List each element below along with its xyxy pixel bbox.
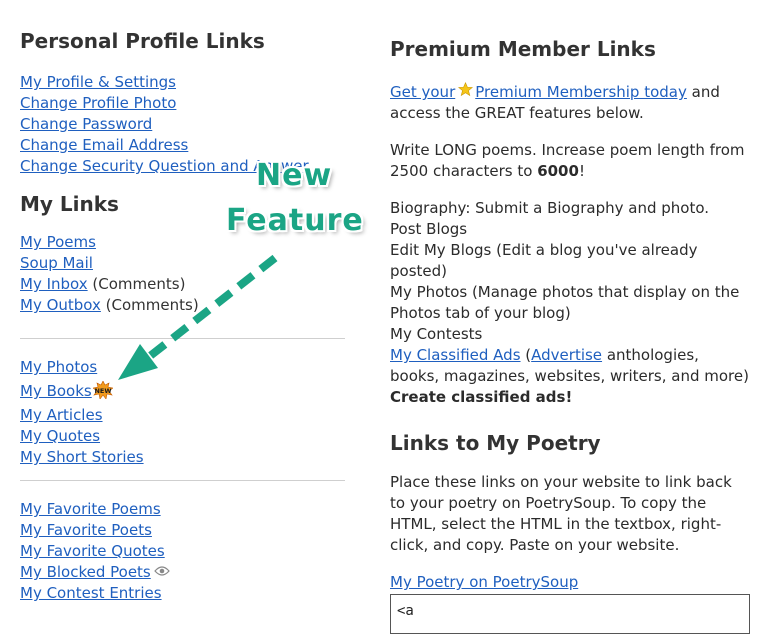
divider-2 <box>20 480 345 481</box>
write-long-bold: 6000 <box>537 162 579 180</box>
feature-post-blogs: Post Blogs <box>390 220 468 238</box>
soup-mail-link[interactable]: Soup Mail <box>20 254 93 272</box>
right-column: Premium Member Links Get your Premium Mem… <box>390 36 750 593</box>
personal-links-heading: Personal Profile Links <box>20 29 265 53</box>
my-links-group-3: My Favorite Poems My Favorite Poets My F… <box>20 499 340 604</box>
my-favorite-poems-link[interactable]: My Favorite Poems <box>20 500 161 518</box>
my-blocked-poets-link[interactable]: My Blocked Poets <box>20 563 151 581</box>
my-articles-link[interactable]: My Articles <box>20 406 103 424</box>
my-contest-entries-link[interactable]: My Contest Entries <box>20 584 162 602</box>
change-password-link[interactable]: Change Password <box>20 114 340 135</box>
my-inbox-link[interactable]: My Inbox <box>20 275 88 293</box>
html-code-textbox[interactable]: <a <box>390 594 750 634</box>
paren-text: ( <box>520 346 532 364</box>
my-poetry-link[interactable]: My Poetry on PoetrySoup <box>390 573 578 591</box>
new-badge-text: NEW <box>94 387 111 395</box>
premium-links-heading: Premium Member Links <box>390 37 656 61</box>
poetry-links-description: Place these links on your website to lin… <box>390 473 732 554</box>
my-quotes-link[interactable]: My Quotes <box>20 427 100 445</box>
my-photos-link[interactable]: My Photos <box>20 358 97 376</box>
write-long-post: ! <box>578 162 585 180</box>
poetry-links-heading: Links to My Poetry <box>390 431 601 455</box>
my-short-stories-link[interactable]: My Short Stories <box>20 448 144 466</box>
my-favorite-poets-link[interactable]: My Favorite Poets <box>20 521 152 539</box>
my-classified-ads-link[interactable]: My Classified Ads <box>390 346 521 364</box>
feature-my-contests: My Contests <box>390 325 483 343</box>
annotation-arrow-icon <box>118 254 278 380</box>
feature-classified-ads: My Classified Ads (Advertise anthologies… <box>390 345 750 408</box>
change-email-link[interactable]: Change Email Address <box>20 135 340 156</box>
change-profile-photo-link[interactable]: Change Profile Photo <box>20 93 340 114</box>
my-books-link[interactable]: My Books <box>20 382 92 400</box>
feature-edit-blogs: Edit My Blogs (Edit a blog you've alread… <box>390 241 698 280</box>
my-outbox-link[interactable]: My Outbox <box>20 296 101 314</box>
my-favorite-quotes-link[interactable]: My Favorite Quotes <box>20 542 165 560</box>
my-poems-link[interactable]: My Poems <box>20 233 96 251</box>
feature-biography: Biography: Submit a Biography and photo. <box>390 199 710 217</box>
premium-feature-list: Biography: Submit a Biography and photo.… <box>390 198 750 408</box>
premium-membership-link[interactable]: Premium Membership today <box>475 83 687 101</box>
create-classified-bold: Create classified ads! <box>390 388 573 406</box>
eye-icon[interactable] <box>153 562 170 583</box>
premium-intro: Get your Premium Membership today and acc… <box>390 81 750 124</box>
get-your-link[interactable]: Get your <box>390 83 455 101</box>
new-feature-label-line2: Feature <box>226 203 364 238</box>
new-feature-label-line1: New <box>256 158 333 193</box>
write-long-text: Write LONG poems. Increase poem length f… <box>390 140 750 182</box>
feature-my-photos: My Photos (Manage photos that display on… <box>390 283 740 322</box>
star-icon <box>458 81 474 103</box>
profile-settings-link[interactable]: My Profile & Settings <box>20 72 340 93</box>
advertise-link[interactable]: Advertise <box>531 346 602 364</box>
